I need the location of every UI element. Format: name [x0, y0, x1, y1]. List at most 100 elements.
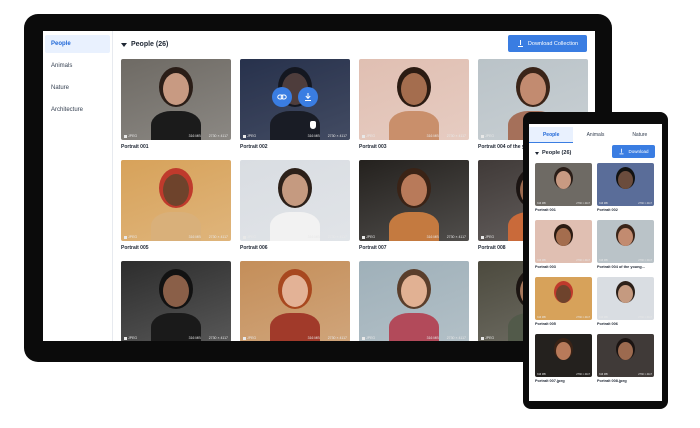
image-thumbnail[interactable]: 316 MB 2730 × 4117: [597, 334, 654, 377]
image-dimensions: 2730 × 4117: [638, 316, 652, 319]
image-dimensions: 2730 × 4117: [576, 259, 590, 262]
image-dimensions: 2730 × 4117: [208, 235, 228, 239]
image-size: 316 MB: [599, 316, 608, 319]
image-card[interactable]: JPEG 316 MB 2730 × 4117 Portrait 006: [240, 160, 350, 251]
image-size-dims: 316 MB 2730 × 4117: [308, 235, 347, 239]
image-caption: Portrait 006: [597, 322, 618, 326]
image-thumbnail[interactable]: 316 MB 2730 × 4117: [597, 220, 654, 263]
image-dimensions: 2730 × 4117: [208, 134, 228, 138]
image-format: JPEG: [124, 336, 137, 340]
image-format: JPEG: [124, 235, 137, 239]
image-caption: Portrait 001: [121, 144, 149, 150]
image-thumbnail[interactable]: 316 MB 2730 × 4117: [597, 277, 654, 320]
tab-nature[interactable]: Nature: [618, 127, 662, 143]
image-size-dims: 316 MB 2730 × 4117: [189, 134, 228, 138]
image-format-label: JPEG: [366, 235, 376, 239]
image-card[interactable]: 316 MB 2730 × 4117 Portrait 008.jpeg: [597, 334, 654, 383]
image-format-label: JPEG: [247, 235, 257, 239]
image-meta: 316 MB 2730 × 4117: [537, 259, 590, 262]
image-thumbnail[interactable]: 316 MB 2730 × 4117: [535, 220, 592, 263]
image-format: JPEG: [362, 134, 375, 138]
download-icon: [517, 40, 524, 47]
image-dimensions: 2730 × 4117: [638, 202, 652, 205]
portrait-face-shape: [401, 73, 427, 105]
sidebar-item-nature[interactable]: Nature: [45, 79, 110, 97]
image-format: JPEG: [362, 336, 375, 340]
image-card[interactable]: JPEG 316 MB 2730 × 4117: [359, 261, 469, 341]
image-thumbnail[interactable]: 316 MB 2730 × 4117: [535, 163, 592, 206]
image-thumbnail[interactable]: JPEG 316 MB 2730 × 4117: [359, 261, 469, 341]
image-card[interactable]: 316 MB 2730 × 4117 Portrait 004 of the you…: [597, 220, 654, 269]
image-format: JPEG: [243, 235, 256, 239]
image-dimensions: 2730 × 4117: [327, 235, 347, 239]
image-meta: JPEG 316 MB 2730 × 4117: [124, 235, 228, 239]
image-size: 316 MB: [599, 373, 608, 376]
image-size: 316 MB: [188, 134, 201, 138]
section-header[interactable]: People (26): [121, 41, 168, 48]
image-card[interactable]: JPEG 316 MB 2730 × 4117: [121, 261, 231, 341]
image-size: 316 MB: [599, 202, 608, 205]
image-thumbnail[interactable]: JPEG 316 MB 2730 × 4117: [121, 261, 231, 341]
image-size: 316 MB: [599, 259, 608, 262]
image-card[interactable]: 316 MB 2730 × 4117 Portrait 001: [535, 163, 592, 212]
image-card[interactable]: 316 MB 2730 × 4117 Portrait 003: [535, 220, 592, 269]
image-thumbnail[interactable]: 316 MB 2730 × 4117: [535, 334, 592, 377]
portrait-face-shape: [556, 342, 571, 360]
image-size: 316 MB: [537, 259, 546, 262]
image-card[interactable]: JPEG 316 MB 2730 × 4117 Portrait 005: [121, 160, 231, 251]
sidebar-item-architecture[interactable]: Architecture: [45, 101, 110, 119]
tablet-section-header[interactable]: People (26): [535, 150, 571, 156]
image-card[interactable]: 316 MB 2730 × 4117 Portrait 002: [597, 163, 654, 212]
image-card[interactable]: JPEG 316 MB 2730 × 4117 Portrait 003: [359, 59, 469, 150]
image-thumbnail[interactable]: 316 MB 2730 × 4117: [535, 277, 592, 320]
image-thumbnail[interactable]: JPEG 316 MB 2730 × 4117: [240, 160, 350, 241]
image-thumbnail[interactable]: JPEG 316 MB 2730 × 4117: [359, 59, 469, 140]
image-format-label: JPEG: [366, 134, 376, 138]
sidebar-item-animals[interactable]: Animals: [45, 57, 110, 75]
portrait-face-shape: [556, 171, 571, 189]
image-dimensions: 2730 × 4117: [576, 316, 590, 319]
image-caption: Portrait 008.jpeg: [597, 379, 627, 383]
image-file-icon: [362, 134, 365, 138]
image-meta: JPEG 316 MB 2730 × 4117: [362, 336, 466, 340]
image-dimensions: 2730 × 4117: [576, 202, 590, 205]
image-meta: 316 MB 2730 × 4117: [599, 202, 652, 205]
image-format-label: JPEG: [247, 336, 257, 340]
image-thumbnail[interactable]: JPEG 316 MB 2730 × 4117: [121, 59, 231, 140]
hand-cursor-icon: [310, 121, 316, 129]
image-card[interactable]: JPEG 316 MB 2730 × 4117: [240, 261, 350, 341]
sidebar: People Animals Nature Architecture: [43, 31, 113, 341]
image-thumbnail[interactable]: JPEG 316 MB 2730 × 4117: [240, 59, 350, 140]
image-card[interactable]: 316 MB 2730 × 4117 Portrait 007.jpeg: [535, 334, 592, 383]
image-size-dims: 316 MB 2730 × 4117: [308, 336, 347, 340]
portrait-face-shape: [401, 275, 427, 307]
image-card[interactable]: JPEG 316 MB 2730 × 4117 Portrait 007: [359, 160, 469, 251]
image-card[interactable]: JPEG 316 MB 2730 × 4117 Portrait 002: [240, 59, 350, 150]
image-thumbnail[interactable]: JPEG 316 MB 2730 × 4117: [359, 160, 469, 241]
image-card[interactable]: JPEG 316 MB 2730 × 4117 Portrait 001: [121, 59, 231, 150]
portrait-face-shape: [282, 174, 308, 206]
image-thumbnail[interactable]: JPEG 316 MB 2730 × 4117: [121, 160, 231, 241]
download-icon[interactable]: [298, 87, 318, 107]
image-meta: JPEG 316 MB 2730 × 4117: [243, 134, 347, 138]
image-thumbnail[interactable]: 316 MB 2730 × 4117: [597, 163, 654, 206]
link-icon[interactable]: [272, 87, 292, 107]
image-file-icon: [481, 134, 484, 138]
portrait-face-shape: [618, 342, 633, 360]
image-meta: 316 MB 2730 × 4117: [537, 373, 590, 376]
image-meta: 316 MB 2730 × 4117: [599, 373, 652, 376]
download-collection-button[interactable]: Download Collection: [508, 35, 587, 52]
image-card[interactable]: 316 MB 2730 × 4117 Portrait 006: [597, 277, 654, 326]
image-thumbnail[interactable]: JPEG 316 MB 2730 × 4117: [240, 261, 350, 341]
sidebar-item-people[interactable]: People: [45, 35, 110, 53]
image-size: 316 MB: [188, 235, 201, 239]
tab-animals[interactable]: Animals: [573, 127, 617, 143]
tab-people[interactable]: People: [529, 127, 574, 143]
portrait-face-shape: [520, 73, 546, 105]
image-card[interactable]: 316 MB 2730 × 4117 Portrait 005: [535, 277, 592, 326]
image-size: 316 MB: [426, 235, 439, 239]
tablet-download-button[interactable]: Download: [612, 145, 655, 158]
image-caption: Portrait 003: [359, 144, 387, 150]
image-size: 316 MB: [537, 373, 546, 376]
image-caption: Portrait 007.jpeg: [535, 379, 565, 383]
